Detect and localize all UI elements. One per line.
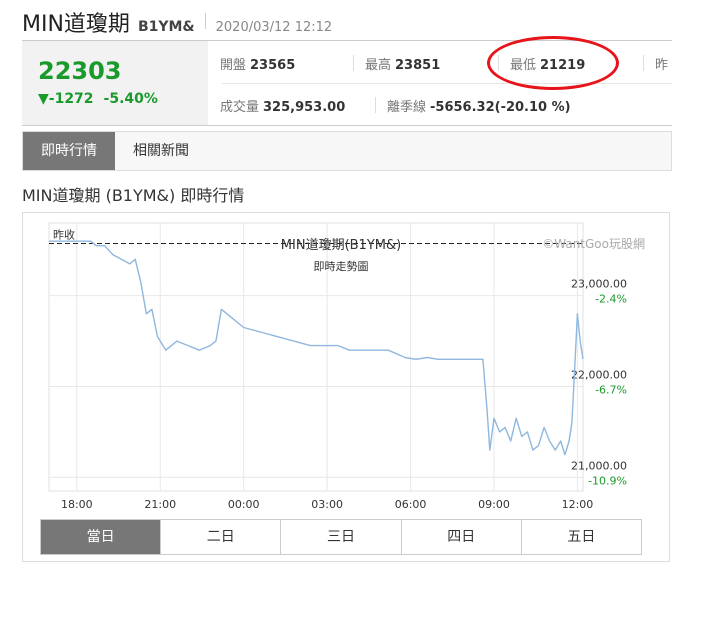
y-tick-label: 21,000.00 xyxy=(571,459,627,472)
stat-value: 23565 xyxy=(250,58,296,73)
x-tick-label: 21:00 xyxy=(144,498,176,511)
x-tick-label: 09:00 xyxy=(478,498,510,511)
stat-label: 離季線 xyxy=(387,100,427,115)
quote-row-divider xyxy=(222,83,672,84)
price-change: ▼-1272 -5.40% xyxy=(38,91,168,107)
price-box: 22303 ▼-1272 -5.40% xyxy=(22,41,208,125)
highlight-circle xyxy=(487,36,619,90)
stat-value: 23851 xyxy=(395,58,441,73)
intraday-chart: 18:00 21:00 00:00 03:00 06:00 09:00 12:00 23,00… xyxy=(48,222,645,511)
y-tick-label: 23,000.00 xyxy=(571,278,627,291)
chart-subtitle: 即時走勢圖 xyxy=(314,259,369,273)
chart-watermark: ©WantGoo玩股網 xyxy=(542,237,645,251)
range-tab-4d[interactable]: 四日 xyxy=(400,520,521,554)
header-divider xyxy=(204,13,206,29)
stat-label: 最高 xyxy=(365,58,392,73)
instrument-header: MIN道瓊期 B1YM& 2020/03/12 12:12 xyxy=(22,6,333,37)
prev-close-label: 昨收 xyxy=(53,227,75,241)
range-tab-2d[interactable]: 二日 xyxy=(160,520,281,554)
chart-title: MIN道瓊期(B1YM&) xyxy=(281,238,401,253)
section-tabs: 即時行情 相關新聞 xyxy=(22,131,672,171)
quote-timestamp: 2020/03/12 12:12 xyxy=(215,20,333,35)
stat-divider xyxy=(375,97,376,113)
y-tick-percent: -2.4% xyxy=(595,293,627,306)
x-tick-label: 18:00 xyxy=(61,498,93,511)
range-tab-5d[interactable]: 五日 xyxy=(520,520,642,554)
stat-volume: 成交量 325,953.00 xyxy=(220,96,345,115)
range-tab-3d[interactable]: 三日 xyxy=(280,520,401,554)
x-tick-label: 00:00 xyxy=(228,498,260,511)
range-tab-1d[interactable]: 當日 xyxy=(41,520,161,554)
stat-label: 成交量 xyxy=(220,100,260,115)
stat-prev-close: 昨 xyxy=(655,54,672,73)
last-price: 22303 xyxy=(38,57,122,85)
stat-high: 最高 23851 xyxy=(365,54,440,73)
stat-divider xyxy=(353,55,354,71)
tab-realtime-quote[interactable]: 即時行情 xyxy=(23,132,115,170)
chart-panel: 18:00 21:00 00:00 03:00 06:00 09:00 12:00 23,00… xyxy=(22,212,670,562)
tab-related-news[interactable]: 相關新聞 xyxy=(115,132,207,170)
instrument-code: B1YM& xyxy=(137,19,195,35)
stat-quarter-deviation: 離季線 -5656.32(-20.10 %) xyxy=(387,96,571,115)
range-tabs: 當日 二日 三日 四日 五日 xyxy=(40,519,642,555)
stat-value: 325,953.00 xyxy=(263,100,346,115)
x-tick-label: 06:00 xyxy=(395,498,427,511)
stat-label: 開盤 xyxy=(220,58,247,73)
y-tick-percent: -6.7% xyxy=(595,384,627,397)
stat-open: 開盤 23565 xyxy=(220,54,295,73)
y-tick-label: 22,000.00 xyxy=(571,369,627,382)
stat-divider xyxy=(643,55,644,71)
stat-label: 昨 xyxy=(655,58,669,73)
stat-value: -5656.32(-20.10 %) xyxy=(430,100,571,115)
x-tick-label: 03:00 xyxy=(311,498,343,511)
change-value: ▼-1272 xyxy=(38,91,94,107)
change-percent: -5.40% xyxy=(103,91,158,107)
x-tick-label: 12:00 xyxy=(562,498,594,511)
instrument-name: MIN道瓊期 xyxy=(22,12,130,37)
y-tick-percent: -10.9% xyxy=(588,474,627,487)
section-title: MIN道瓊期 (B1YM&) 即時行情 xyxy=(22,186,245,205)
